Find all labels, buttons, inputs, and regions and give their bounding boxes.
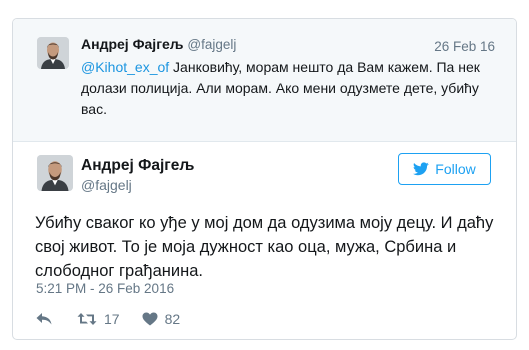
quoted-author-handle[interactable]: @fajgelj <box>187 37 236 52</box>
quoted-avatar[interactable] <box>37 37 69 69</box>
tweet-actions: 17 82 <box>35 309 180 329</box>
quoted-tweet[interactable]: Андреј Фајгељ @fajgelj 26 Feb 16 @Kihot_e… <box>13 19 516 142</box>
reply-button[interactable] <box>35 312 53 326</box>
retweet-button[interactable]: 17 <box>77 311 120 327</box>
mention-link[interactable]: @Kihot_ex_of <box>81 59 169 75</box>
author-handle[interactable]: @fajgelj <box>81 177 132 193</box>
tweet-text: Убићу сваког ко уђе у мој дом да одузима… <box>35 214 494 280</box>
quoted-author[interactable]: Андреј Фајгељ @fajgelj <box>81 36 236 52</box>
heart-icon <box>142 312 158 326</box>
tweet-timestamp[interactable]: 5:21 PM - 26 Feb 2016 <box>36 281 174 296</box>
follow-button[interactable]: Follow <box>398 153 491 185</box>
reply-icon <box>36 313 52 325</box>
retweet-icon <box>77 313 97 325</box>
quoted-date[interactable]: 26 Feb 16 <box>434 39 495 54</box>
author-avatar[interactable] <box>37 155 73 191</box>
like-count: 82 <box>164 311 181 327</box>
twitter-bird-icon <box>413 162 429 176</box>
avatar-photo <box>37 155 73 191</box>
quoted-author-name[interactable]: Андреј Фајгељ <box>81 36 183 52</box>
retweet-count: 17 <box>104 311 120 327</box>
avatar-photo <box>37 37 69 69</box>
quoted-tweet-text: @Kihot_ex_of Јанковићу, морам нешто да В… <box>81 57 501 120</box>
like-button[interactable]: 82 <box>142 311 181 327</box>
follow-label: Follow <box>435 161 476 177</box>
author-name[interactable]: Андреј Фајгељ <box>81 157 194 175</box>
embedded-tweet-card: Андреј Фајгељ @fajgelj 26 Feb 16 @Kihot_e… <box>12 18 517 340</box>
